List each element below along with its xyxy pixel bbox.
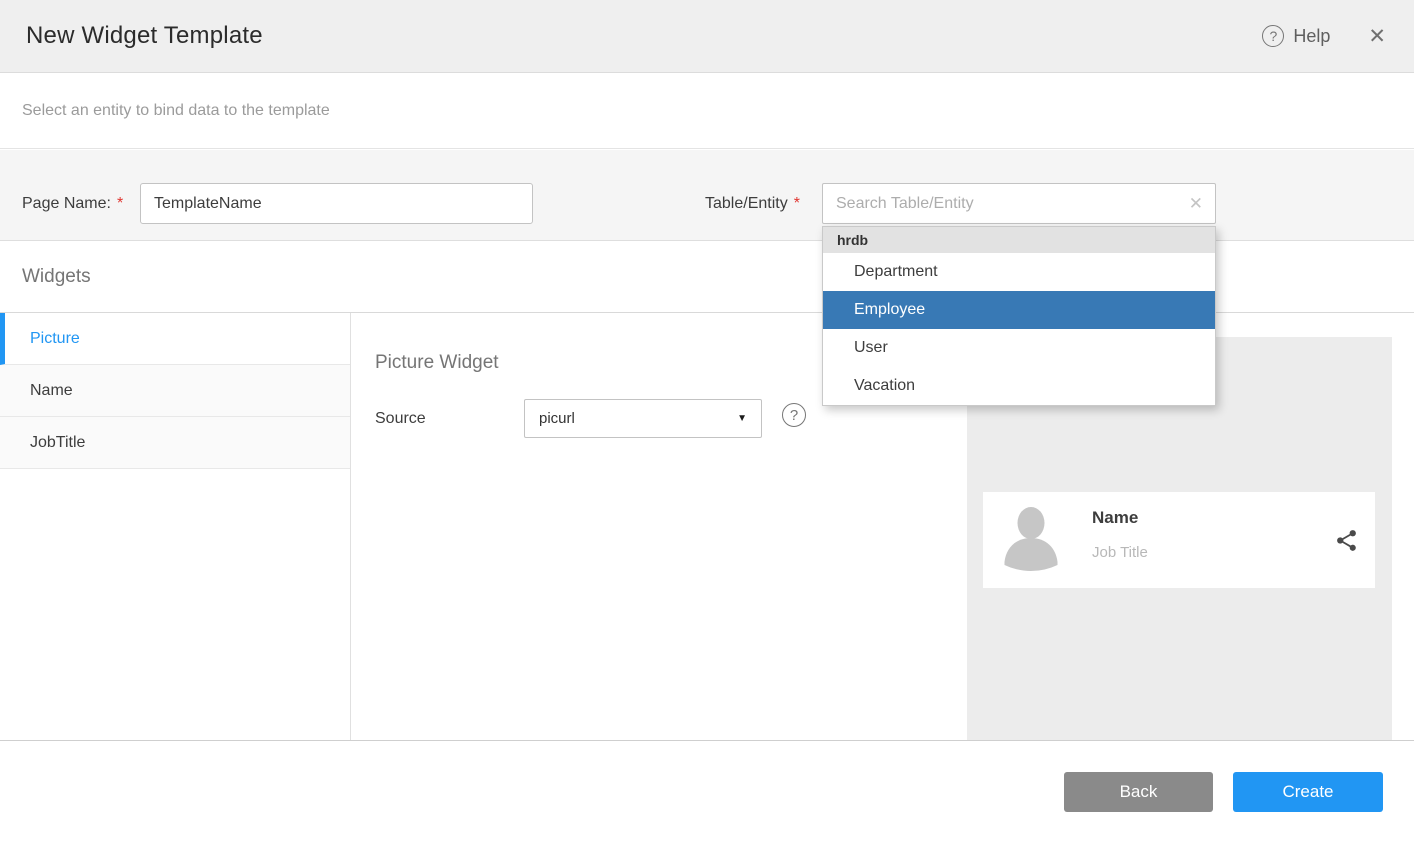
share-icon — [1334, 528, 1359, 558]
dropdown-item-department[interactable]: Department — [823, 253, 1215, 291]
source-select-value: picurl — [539, 410, 575, 427]
dialog-footer: Back Create — [0, 742, 1414, 844]
close-icon[interactable]: ✕ — [1368, 26, 1386, 47]
new-widget-template-dialog: New Widget Template ? Help ✕ Select an e… — [0, 0, 1414, 844]
subtitle-text: Select an entity to bind data to the tem… — [22, 102, 330, 120]
tab-picture[interactable]: Picture — [0, 313, 350, 365]
help-icon: ? — [1262, 25, 1284, 47]
table-entity-search-input[interactable] — [823, 195, 1189, 213]
preview-card: Name Job Title — [983, 492, 1375, 588]
required-asterisk: * — [794, 195, 800, 213]
page-title: New Widget Template — [26, 22, 263, 50]
dialog-header: New Widget Template ? Help ✕ — [0, 0, 1414, 73]
tab-jobtitle[interactable]: JobTitle — [0, 417, 350, 469]
help-label: Help — [1293, 26, 1330, 47]
clear-search-icon[interactable]: ✕ — [1189, 195, 1203, 212]
tab-name[interactable]: Name — [0, 365, 350, 417]
dropdown-item-employee[interactable]: Employee — [823, 291, 1215, 329]
help-button[interactable]: ? Help — [1262, 25, 1330, 47]
widgets-title: Widgets — [22, 266, 91, 288]
table-entity-label: Table/Entity * — [705, 183, 800, 224]
preview-name-text: Name — [1092, 508, 1138, 528]
entity-dropdown: hrdb Department Employee User Vacation — [822, 226, 1216, 406]
dropdown-item-user[interactable]: User — [823, 329, 1215, 367]
table-entity-search-box[interactable]: ✕ — [822, 183, 1216, 224]
widget-tabs: Picture Name JobTitle — [0, 313, 351, 740]
person-silhouette-icon — [1003, 505, 1059, 576]
dropdown-group-header: hrdb — [823, 227, 1215, 253]
dropdown-item-vacation[interactable]: Vacation — [823, 367, 1215, 405]
source-select[interactable]: picurl ▼ — [524, 399, 762, 438]
create-button[interactable]: Create — [1233, 772, 1383, 812]
required-asterisk: * — [117, 195, 123, 213]
source-label: Source — [375, 399, 426, 438]
preview-job-title-text: Job Title — [1092, 544, 1148, 561]
widget-editor-title: Picture Widget — [375, 352, 499, 374]
subtitle-bar: Select an entity to bind data to the tem… — [0, 74, 1414, 149]
page-name-label: Page Name: * — [22, 183, 123, 224]
page-name-input[interactable] — [140, 183, 533, 224]
header-actions: ? Help ✕ — [1262, 0, 1386, 72]
back-button[interactable]: Back — [1064, 772, 1213, 812]
chevron-down-icon: ▼ — [737, 413, 747, 424]
source-help-icon[interactable]: ? — [782, 403, 806, 427]
